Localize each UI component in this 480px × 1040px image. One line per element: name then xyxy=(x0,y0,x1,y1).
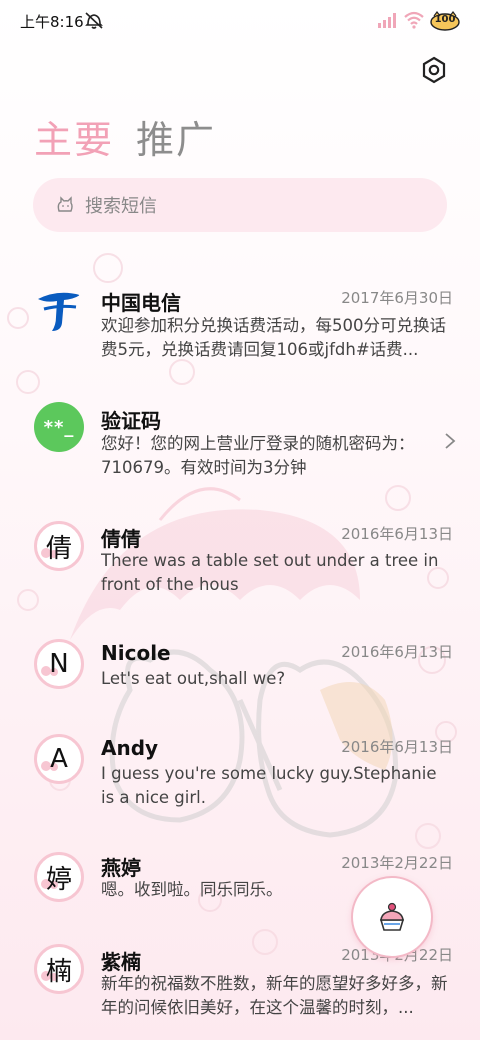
message-item[interactable]: A Andy 2016年6月13日 I guess you're some lu… xyxy=(0,730,480,830)
avatar-letter: A xyxy=(50,744,68,774)
message-item[interactable]: 倩 倩倩 2016年6月13日 There was a table set ou… xyxy=(0,515,480,615)
mute-icon xyxy=(85,12,103,29)
message-sender: Nicole xyxy=(101,641,171,665)
message-preview: I guess you're some lucky guy.Stephanie … xyxy=(101,764,437,807)
avatar-letter: 倩 xyxy=(45,533,72,564)
message-date: 2016年6月13日 xyxy=(341,525,453,543)
message-preview: There was a table set out under a tree i… xyxy=(101,551,439,594)
avatar: 楠 xyxy=(34,944,84,994)
message-tabs: 主要 推广 xyxy=(34,110,216,170)
signal-icon xyxy=(378,13,396,28)
message-item[interactable]: N Nicole 2016年6月13日 Let's eat out,shall … xyxy=(0,635,480,715)
tab-primary[interactable]: 主要 xyxy=(34,110,114,170)
message-sender: 中国电信 xyxy=(101,291,181,315)
message-sender: 验证码 xyxy=(101,409,161,433)
verification-code-icon: **_ xyxy=(43,416,75,438)
settings-hexagon-icon xyxy=(422,56,446,84)
tab-promotions[interactable]: 推广 xyxy=(136,110,216,170)
message-preview: 新年的祝福数不胜数，新年的愿望好多好多，新年的问候依旧美好，在这个温馨的时刻，.… xyxy=(101,974,448,1017)
message-sender: 紫楠 xyxy=(101,950,141,974)
search-bar[interactable]: 搜索短信 xyxy=(33,178,447,232)
message-date: 2016年6月13日 xyxy=(341,738,453,756)
avatar xyxy=(34,285,84,335)
status-time: 上午8:16 xyxy=(20,13,84,31)
wifi-icon xyxy=(404,11,424,29)
message-preview: Let's eat out,shall we? xyxy=(101,669,286,688)
avatar-letter: N xyxy=(49,649,69,679)
message-preview: 您好！您的网上营业厅登录的随机密码为：710679。有效时间为3分钟 xyxy=(101,434,415,477)
search-cat-icon xyxy=(57,196,73,212)
avatar-letter: 婷 xyxy=(45,864,72,895)
avatar-letter: 楠 xyxy=(45,956,72,987)
message-date: 2013年2月22日 xyxy=(341,854,453,872)
message-date: 2017年6月30日 xyxy=(341,289,453,307)
message-date: 2016年6月13日 xyxy=(341,643,453,661)
settings-button[interactable] xyxy=(416,52,452,88)
battery-level: 100 xyxy=(434,14,456,25)
compose-cake-icon xyxy=(379,902,405,931)
message-sender: 倩倩 xyxy=(101,527,141,551)
message-sender: 燕婷 xyxy=(101,856,141,880)
avatar: 倩 xyxy=(34,521,84,571)
avatar: A xyxy=(34,734,84,784)
message-item[interactable]: **_ 验证码 您好！您的网上营业厅登录的随机密码为：710679。有效时间为3… xyxy=(0,388,480,498)
compose-button[interactable] xyxy=(351,876,433,958)
message-item[interactable]: 楠 紫楠 2013年2月22日 新年的祝福数不胜数，新年的愿望好多好多，新年的问… xyxy=(0,940,480,1040)
status-bar: 上午8:16 100 xyxy=(0,0,480,40)
avatar: **_ xyxy=(34,402,84,452)
china-telecom-logo-icon xyxy=(38,292,80,331)
chevron-right-icon xyxy=(445,433,456,449)
search-input: 搜索短信 xyxy=(85,196,157,217)
avatar: 婷 xyxy=(34,852,84,902)
message-preview: 欢迎参加积分兑换话费活动，每500分可兑换话费5元，兑换话费请回复106或jfd… xyxy=(101,316,446,359)
message-item[interactable]: 中国电信 2017年6月30日 欢迎参加积分兑换话费活动，每500分可兑换话费5… xyxy=(0,270,480,380)
avatar: N xyxy=(34,639,84,689)
message-sender: Andy xyxy=(101,736,159,760)
